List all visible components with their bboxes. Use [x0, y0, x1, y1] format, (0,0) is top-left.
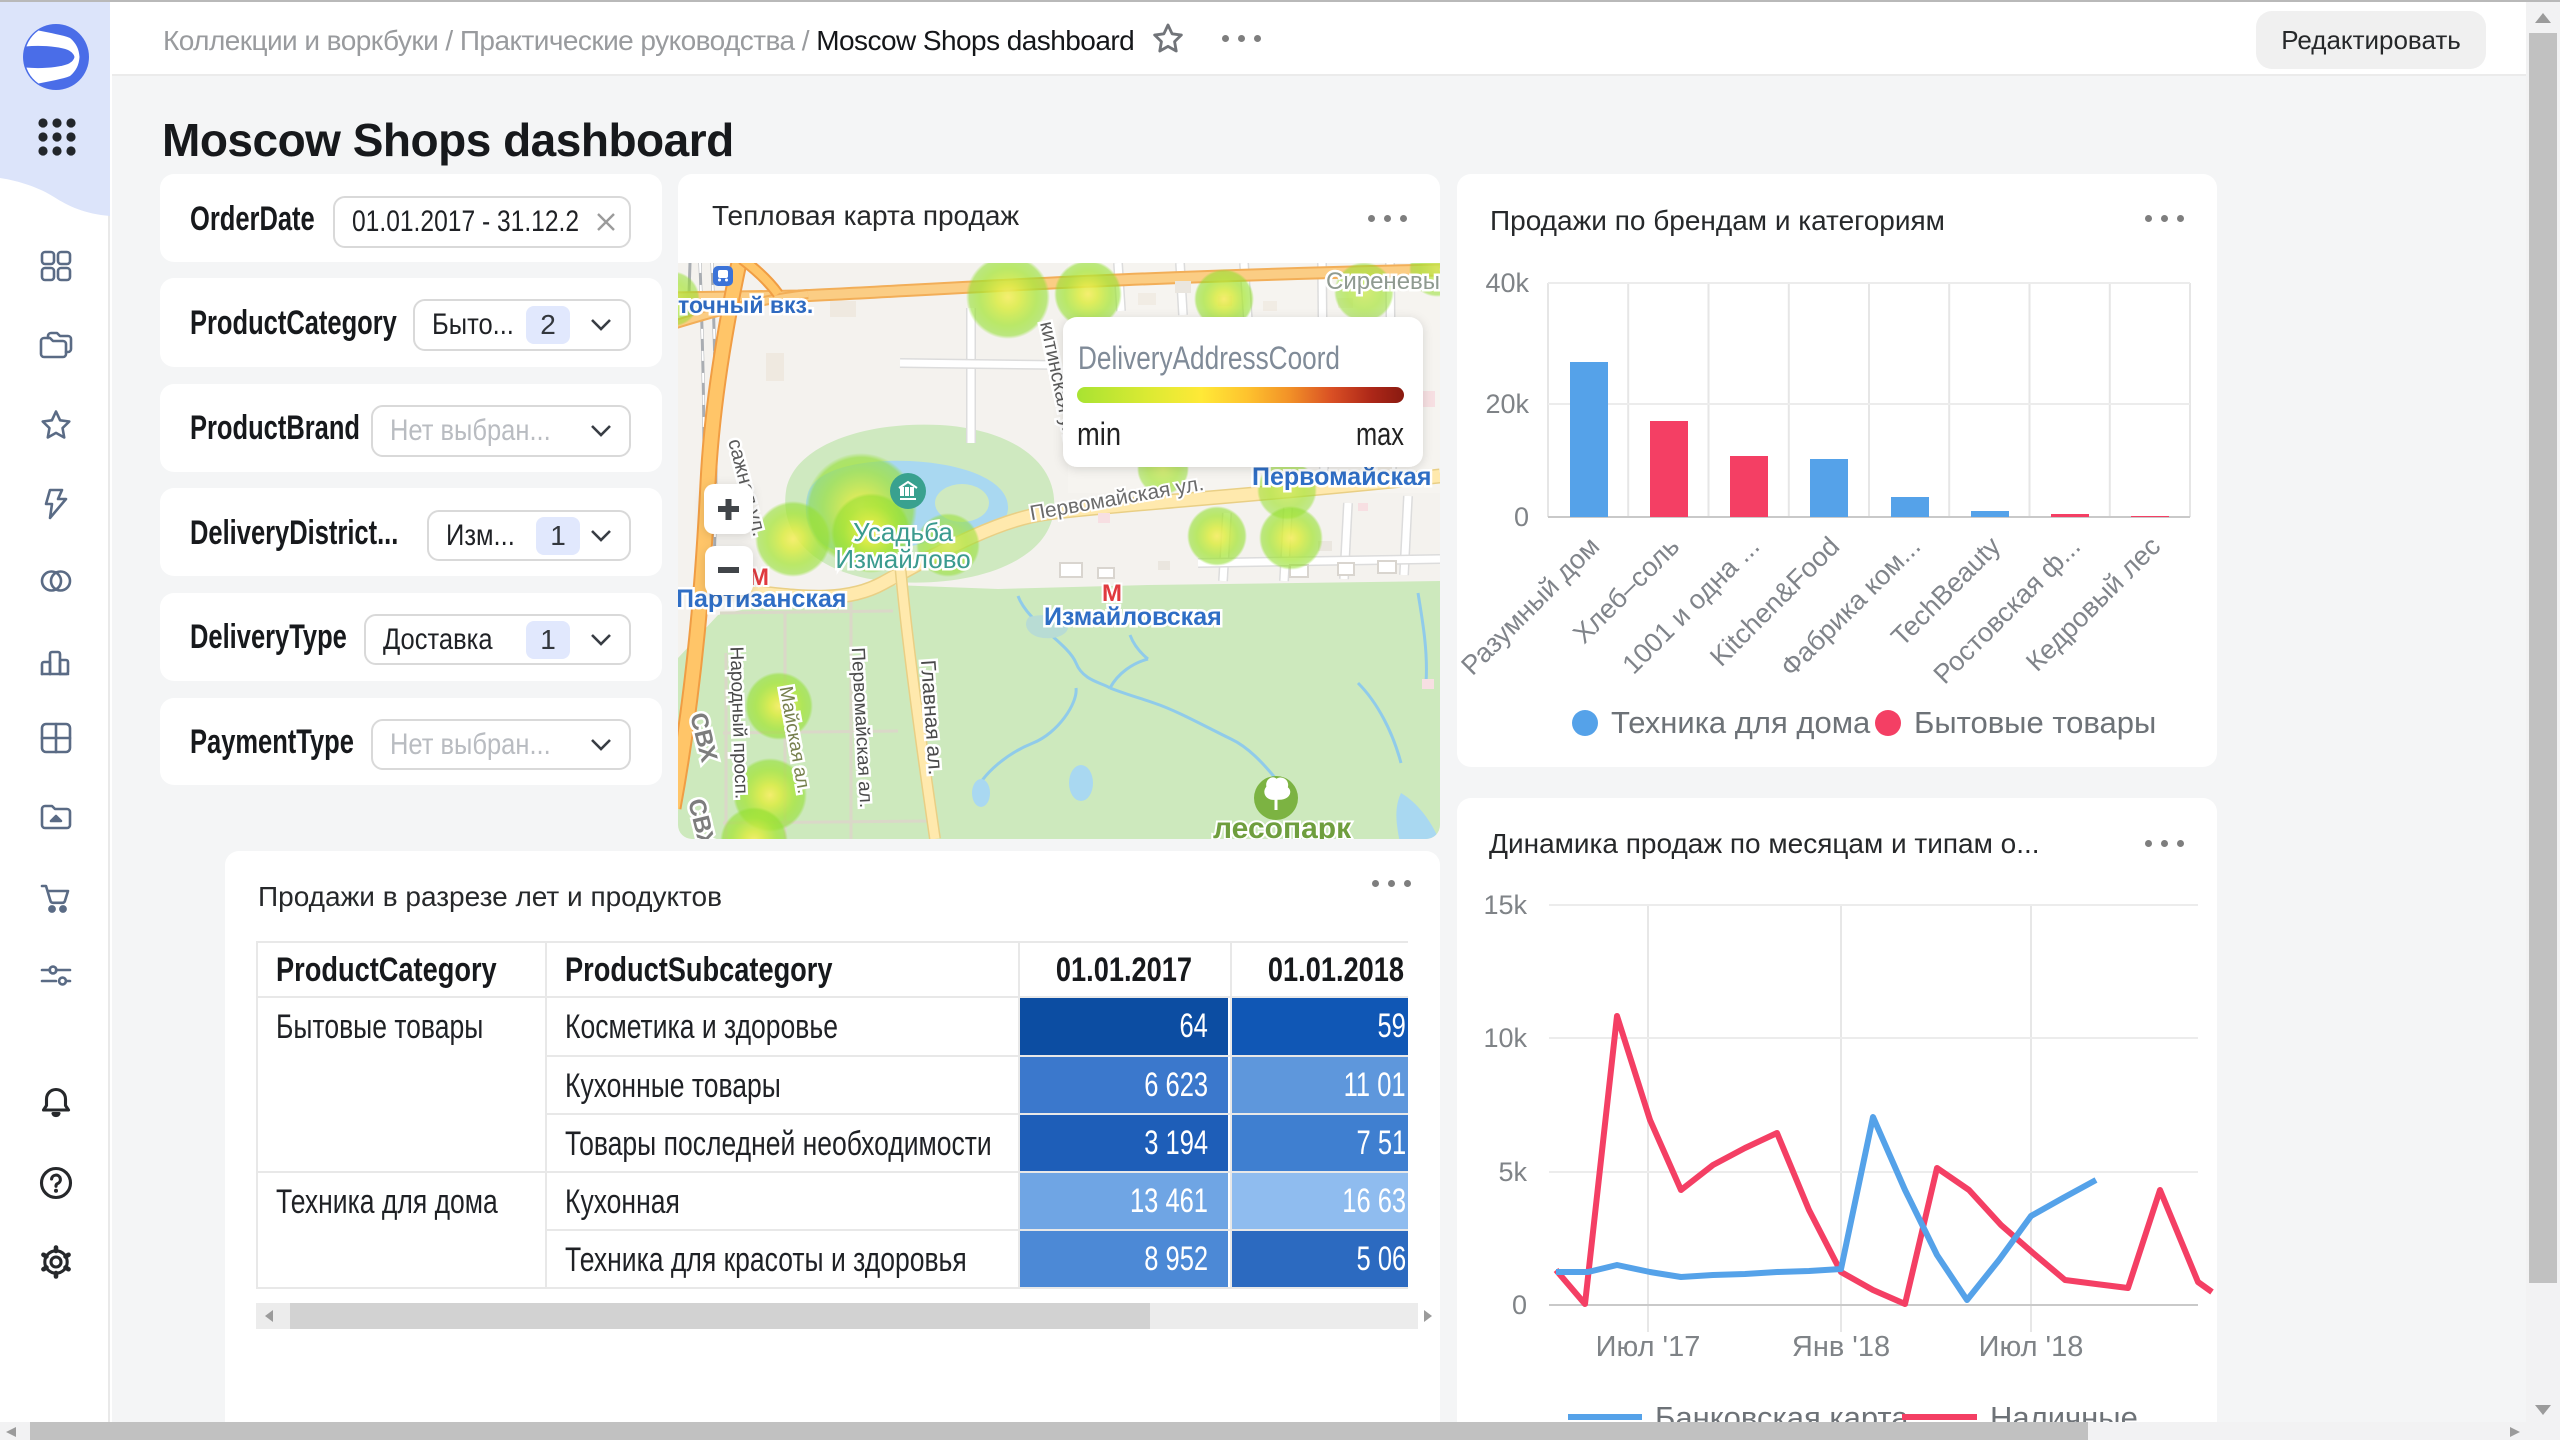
svg-text:15k: 15k	[1483, 890, 1527, 920]
svg-text:10k: 10k	[1483, 1023, 1527, 1053]
svg-text:1001 и одна ...: 1001 и одна ...	[1617, 531, 1766, 680]
svg-text:40k: 40k	[1485, 268, 1529, 298]
svg-text:Первомайская: Первомайская	[1252, 463, 1431, 491]
svg-text:max: max	[1356, 416, 1404, 452]
svg-text:М: М	[1102, 580, 1122, 607]
svg-text:Ростовская ф...: Ростовская ф...	[1928, 531, 2087, 690]
svg-text:Измайлово: Измайлово	[835, 544, 970, 574]
svg-text:5k: 5k	[1498, 1157, 1527, 1187]
svg-text:0: 0	[1512, 1290, 1527, 1320]
svg-text:точный вкз.: точный вкз.	[678, 292, 813, 318]
svg-text:Бытовые товары: Бытовые товары	[1914, 705, 2156, 740]
svg-text:DeliveryAddressCoord: DeliveryAddressCoord	[1078, 340, 1340, 376]
svg-text:Разумный дом: Разумный дом	[1457, 531, 1605, 681]
svg-text:Измайловская: Измайловская	[1044, 603, 1222, 631]
svg-text:20k: 20k	[1485, 389, 1529, 419]
svg-text:Янв '18: Янв '18	[1792, 1331, 1890, 1363]
svg-text:Усадьба: Усадьба	[853, 517, 953, 547]
svg-text:min: min	[1077, 416, 1121, 452]
svg-text:Техника для дома: Техника для дома	[1611, 705, 1871, 740]
svg-text:Июл '18: Июл '18	[1979, 1331, 2084, 1363]
svg-text:Июл '17: Июл '17	[1596, 1331, 1701, 1363]
svg-text:Фабрика ком...: Фабрика ком...	[1775, 531, 1926, 682]
svg-text:0: 0	[1514, 502, 1529, 532]
svg-text:Сиреневый б: Сиреневый б	[1326, 268, 1440, 295]
